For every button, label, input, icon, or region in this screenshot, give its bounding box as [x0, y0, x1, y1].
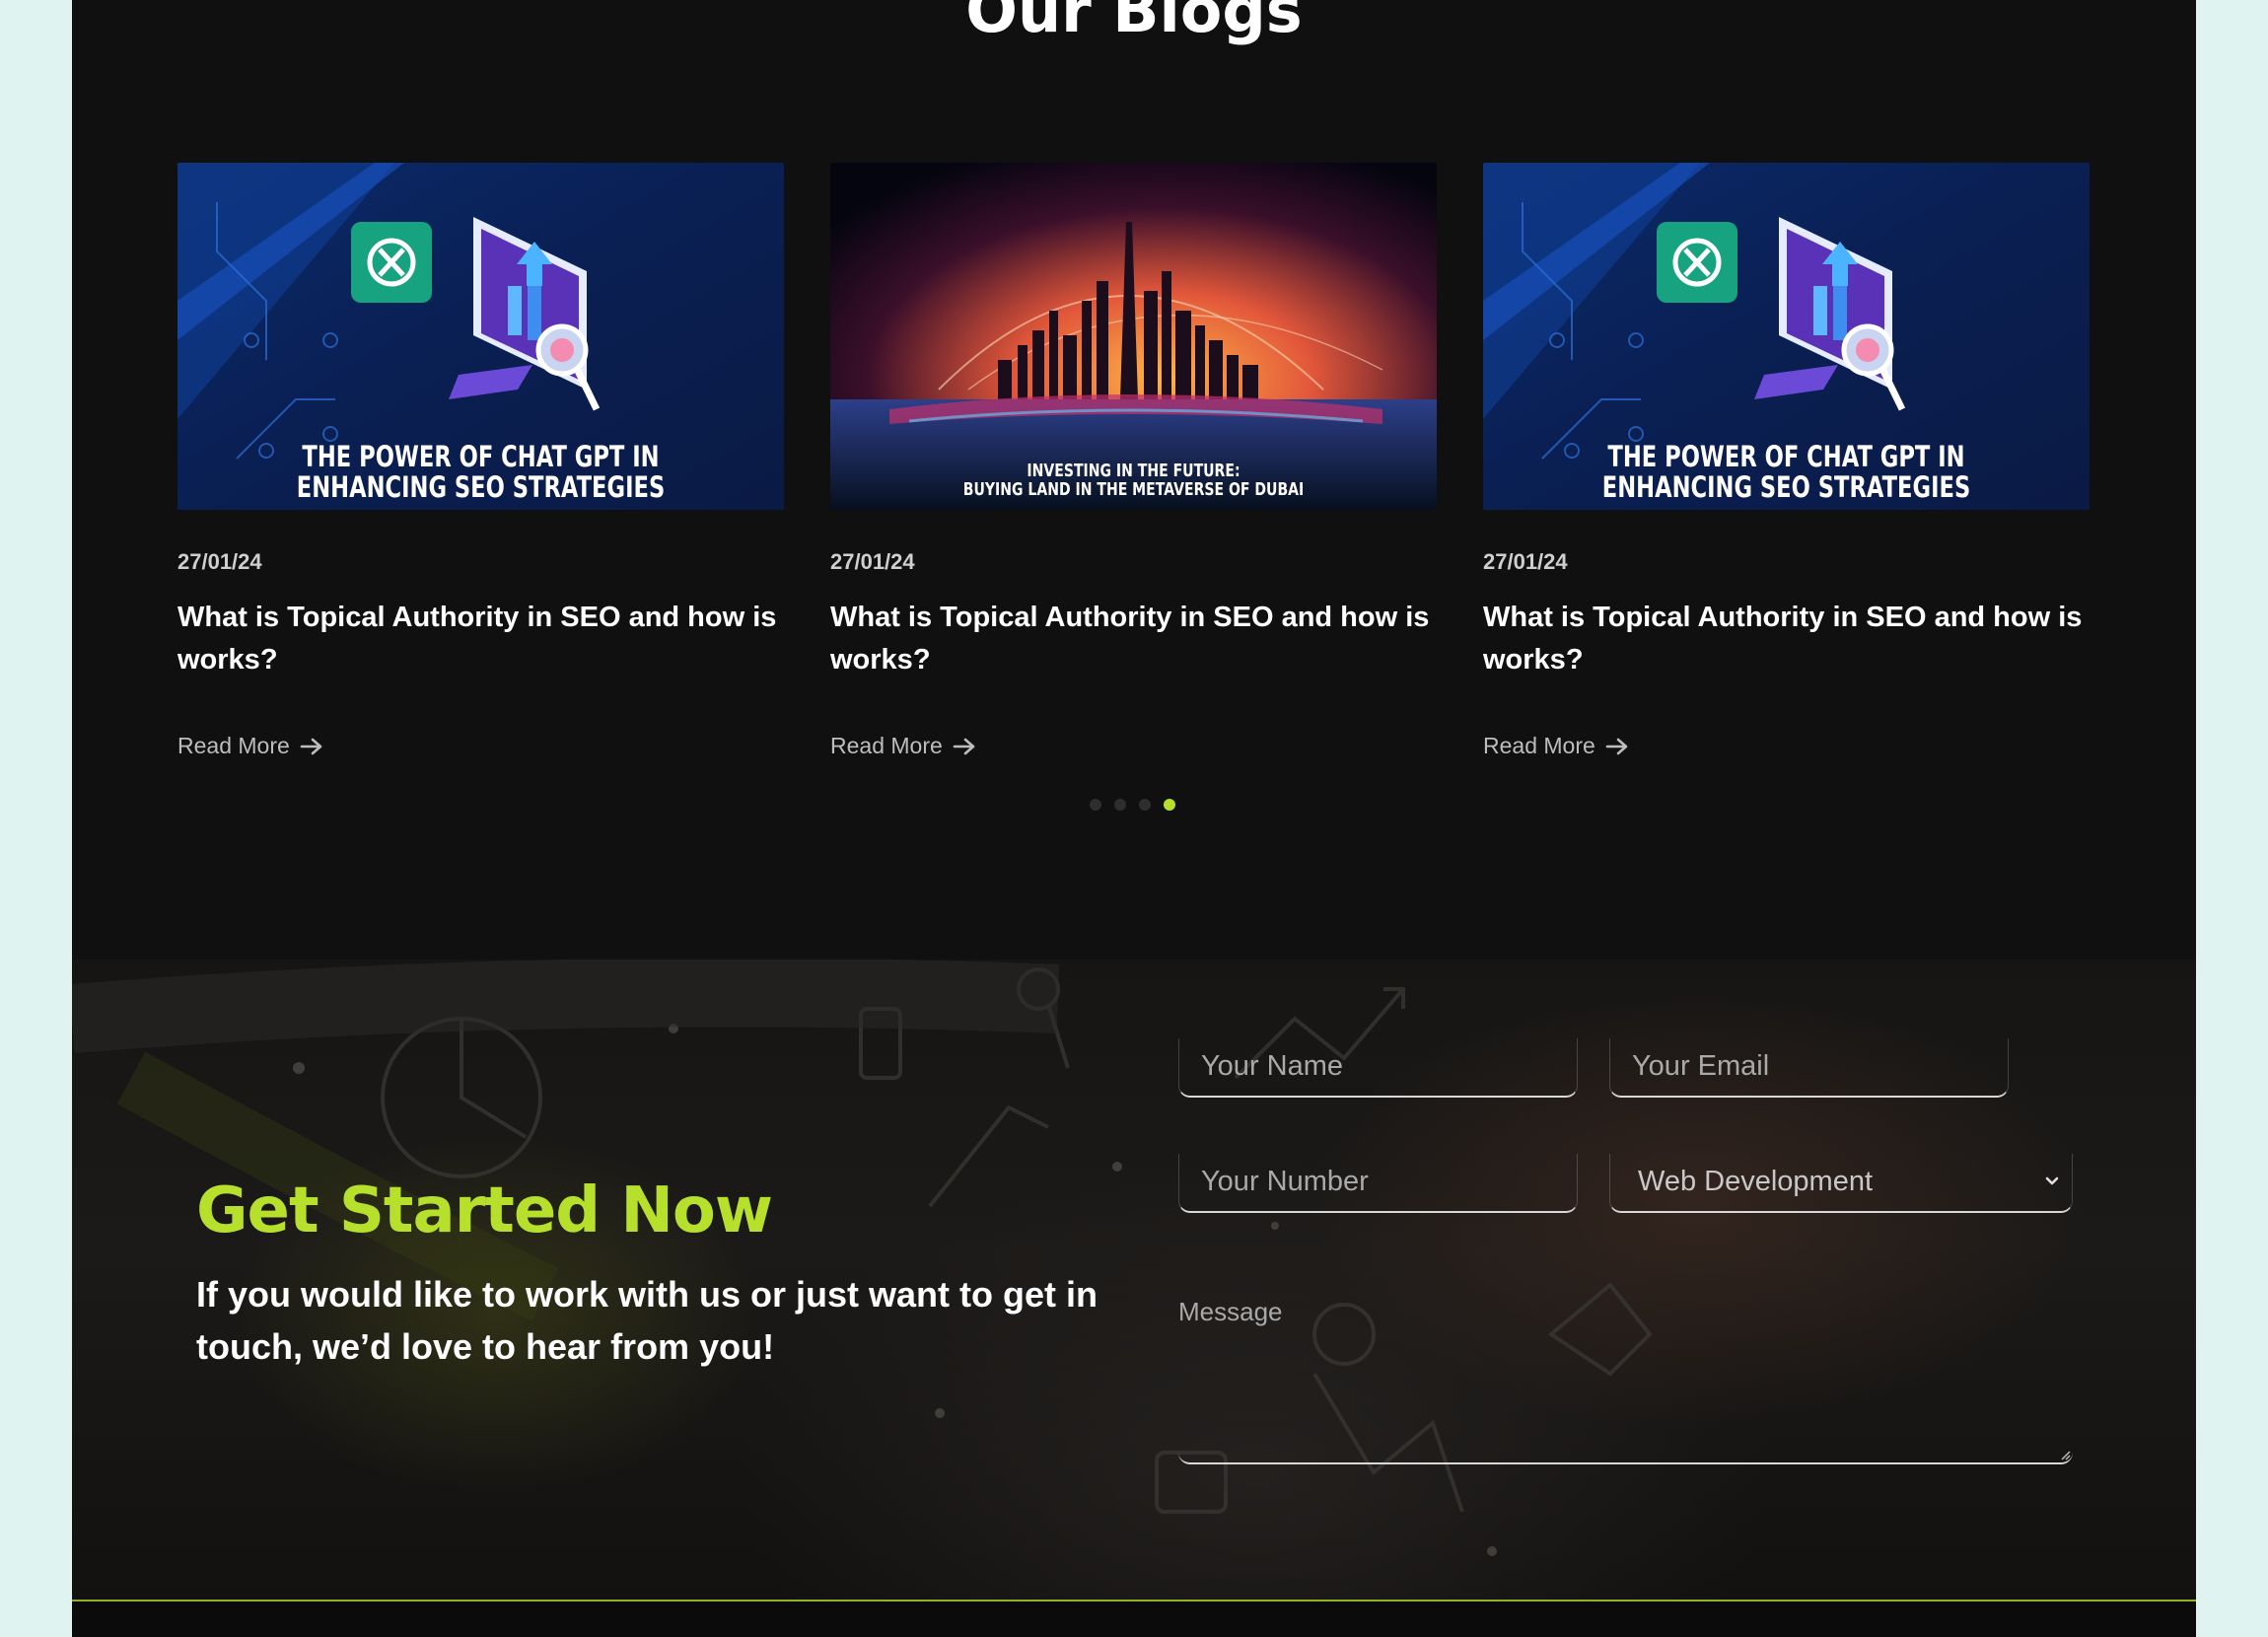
email-placeholder: Your Email [1632, 1050, 1770, 1082]
service-select[interactable]: Web Development [1609, 1154, 2073, 1213]
arrow-right-icon [1605, 738, 1628, 754]
post-date: 27/01/24 [830, 549, 915, 574]
name-placeholder: Your Name [1201, 1050, 1344, 1082]
read-more-link[interactable]: Read More [1483, 733, 1629, 759]
blog-card[interactable]: THE POWER OF CHAT GPT IN ENHANCING SEO S… [177, 163, 784, 759]
read-more-label: Read More [830, 733, 943, 758]
blog-card[interactable]: THE POWER OF CHAT GPT IN ENHANCING SEO S… [1483, 163, 2090, 759]
chevron-down-icon [2045, 1176, 2059, 1185]
city-illustration [830, 163, 1437, 510]
message-textarea[interactable]: Message [1178, 1297, 2073, 1464]
cta-subheading: If you would like to work with us or jus… [196, 1274, 1099, 1367]
post-title[interactable]: What is Topical Authority in SEO and how… [177, 597, 784, 681]
post-date: 27/01/24 [1483, 549, 1568, 574]
read-more-label: Read More [177, 733, 290, 758]
name-field[interactable]: Your Name [1178, 1038, 1578, 1098]
blog-thumbnail[interactable]: THE POWER OF CHAT GPT IN ENHANCING SEO S… [177, 163, 784, 510]
email-field[interactable]: Your Email [1609, 1038, 2009, 1098]
blogs-section: Our Blogs THE POWER OF CHAT GPT IN ENHAN… [72, 0, 2196, 960]
post-title[interactable]: What is Topical Authority in SEO and how… [1483, 597, 2090, 681]
number-field[interactable]: Your Number [1178, 1154, 1578, 1213]
read-more-link[interactable]: Read More [177, 733, 323, 759]
blog-thumbnail[interactable]: THE POWER OF CHAT GPT IN ENHANCING SEO S… [1483, 163, 2090, 510]
carousel-dot[interactable] [1090, 799, 1101, 811]
blog-card[interactable]: INVESTING IN THE FUTURE: BUYING LAND IN … [830, 163, 1437, 759]
footer-strip [72, 1601, 2196, 1637]
section-title: Our Blogs [965, 0, 1303, 46]
resize-handle-icon[interactable] [2059, 1449, 2071, 1460]
carousel-dot[interactable] [1139, 799, 1151, 811]
carousel-dots [1090, 799, 1175, 811]
page: Our Blogs THE POWER OF CHAT GPT IN ENHAN… [72, 0, 2196, 1637]
carousel-dot-active[interactable] [1164, 799, 1175, 811]
contact-section: Get Started Now If you would like to wor… [72, 960, 2196, 1601]
message-placeholder: Message [1178, 1297, 1283, 1326]
cta-heading: Get Started Now [196, 1174, 773, 1247]
arrow-right-icon [953, 738, 975, 754]
thumbnail-caption: THE POWER OF CHAT GPT IN ENHANCING SEO S… [296, 440, 666, 504]
post-date: 27/01/24 [177, 549, 262, 574]
thumbnail-caption: INVESTING IN THE FUTURE: BUYING LAND IN … [962, 461, 1305, 501]
carousel-dot[interactable] [1114, 799, 1126, 811]
service-selected-value: Web Development [1638, 1166, 1874, 1197]
arrow-right-icon [300, 738, 322, 754]
thumbnail-caption: THE POWER OF CHAT GPT IN ENHANCING SEO S… [1601, 440, 1971, 504]
read-more-label: Read More [1483, 733, 1595, 758]
number-placeholder: Your Number [1201, 1166, 1369, 1197]
blog-thumbnail[interactable]: INVESTING IN THE FUTURE: BUYING LAND IN … [830, 163, 1437, 510]
post-title[interactable]: What is Topical Authority in SEO and how… [830, 597, 1437, 681]
read-more-link[interactable]: Read More [830, 733, 976, 759]
